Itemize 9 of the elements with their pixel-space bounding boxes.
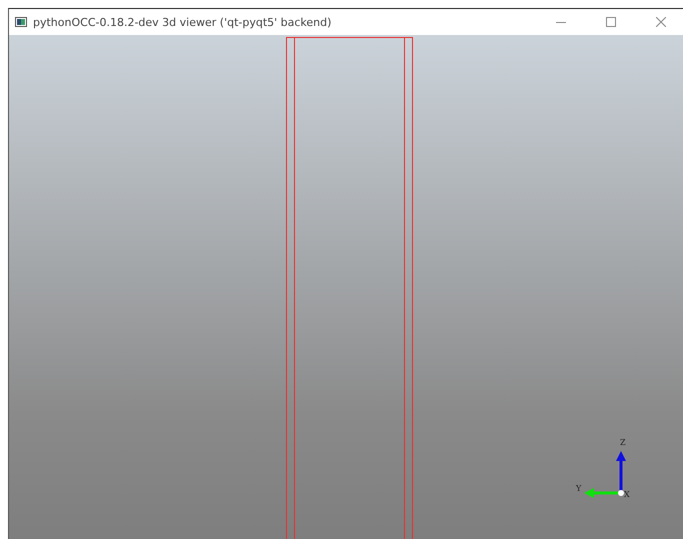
viewport[interactable]: Z Y X	[9, 35, 683, 539]
close-icon	[656, 17, 666, 27]
app-icon	[15, 17, 27, 27]
window-title: pythonOCC-0.18.2-dev 3d viewer ('qt-pyqt5' backend)	[33, 16, 332, 28]
maximize-icon	[606, 17, 616, 27]
axis-label: Z	[620, 438, 626, 447]
axis-label: X	[624, 490, 630, 499]
axis-label: Y	[576, 484, 582, 493]
axis-triad-drawing	[584, 451, 626, 498]
